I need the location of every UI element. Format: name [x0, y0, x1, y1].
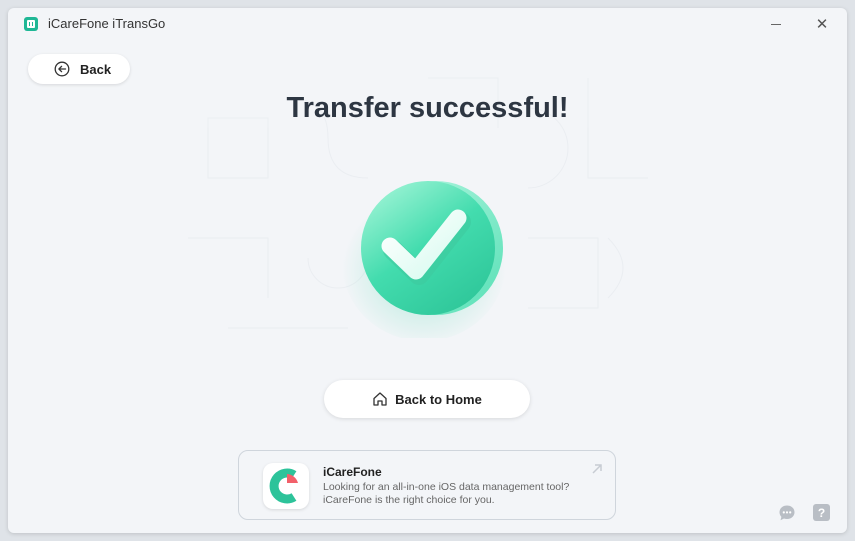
close-button[interactable]: ✕: [810, 14, 834, 34]
app-window: iCareFone iTransGo ✕ Back Transfer succe…: [8, 8, 847, 533]
promo-title: iCareFone: [323, 465, 382, 479]
promo-description: Looking for an all-in-one iOS data manag…: [323, 481, 570, 506]
app-logo-icon: [24, 17, 38, 31]
icarefone-logo-icon: [263, 463, 309, 509]
icarefone-promo-card[interactable]: iCareFone Looking for an all-in-one iOS …: [238, 450, 616, 520]
help-icon[interactable]: ?: [813, 504, 830, 521]
back-arrow-icon: [54, 61, 70, 77]
page-title: Transfer successful!: [286, 92, 569, 124]
home-icon: [373, 392, 387, 406]
minimize-button[interactable]: [764, 14, 788, 34]
back-button-label: Back: [80, 61, 112, 77]
external-arrow-icon: [592, 464, 602, 474]
title-bar: iCareFone iTransGo ✕: [8, 8, 847, 40]
chat-icon[interactable]: [778, 504, 796, 522]
minimize-icon: [771, 23, 781, 25]
back-button[interactable]: Back: [28, 54, 130, 84]
success-check-icon: [342, 181, 506, 338]
back-to-home-label: Back to Home: [395, 391, 482, 407]
window-title: iCareFone iTransGo: [48, 16, 166, 31]
back-to-home-button[interactable]: Back to Home: [324, 380, 530, 418]
